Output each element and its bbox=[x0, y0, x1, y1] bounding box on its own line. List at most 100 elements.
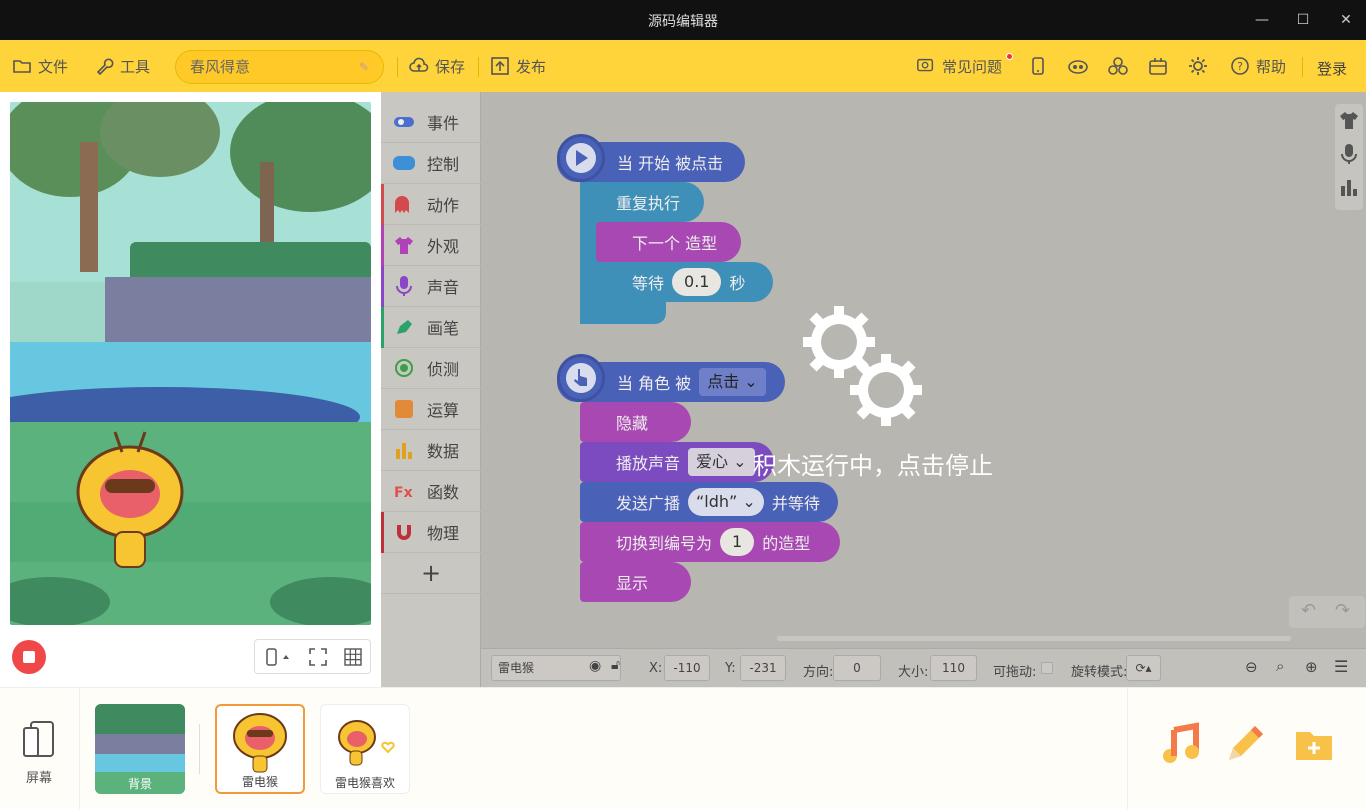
redo-icon[interactable]: ↷ bbox=[1335, 600, 1350, 621]
gift-box-icon[interactable] bbox=[1147, 55, 1169, 77]
size-field[interactable]: 110 bbox=[930, 655, 977, 681]
sprite-thumbnail[interactable]: 雷电猴喜欢 bbox=[320, 704, 410, 794]
menu-icon[interactable]: ☰ bbox=[1334, 657, 1348, 676]
settings-gear-icon[interactable] bbox=[1187, 55, 1209, 77]
category-looks[interactable]: 外观 bbox=[381, 225, 481, 266]
block-text: 切换到编号为 bbox=[616, 534, 713, 553]
stage-view-controls bbox=[254, 639, 371, 674]
click-event-dropdown[interactable]: 点击 ⌄ bbox=[699, 368, 766, 396]
zoom-in-icon[interactable]: ⊕ bbox=[1305, 658, 1318, 676]
publish-label: 发布 bbox=[516, 57, 547, 76]
minimize-button[interactable]: — bbox=[1249, 8, 1275, 32]
category-sensing[interactable]: 侦测 bbox=[381, 348, 481, 389]
block-wait[interactable]: 等待 0.1 秒 bbox=[596, 262, 773, 302]
direction-label: 方向: bbox=[803, 665, 834, 680]
cloud-upload-icon bbox=[409, 57, 429, 72]
backdrop-thumbnail[interactable]: 背景 bbox=[95, 704, 185, 794]
tools-label: 工具 bbox=[120, 57, 151, 76]
block-text: 等待 bbox=[632, 274, 665, 293]
phone-icon[interactable] bbox=[1028, 56, 1048, 76]
block-repeat[interactable]: 重复执行 bbox=[580, 182, 704, 222]
category-control[interactable]: 控制 bbox=[381, 143, 481, 184]
rotation-mode-label: 旋转模式: bbox=[1071, 665, 1128, 680]
login-button[interactable]: 登录 bbox=[1317, 56, 1347, 80]
eye-icon[interactable]: ◉ bbox=[589, 658, 601, 674]
help-button[interactable]: ? 帮助 bbox=[1230, 54, 1286, 78]
costume-number-input[interactable]: 1 bbox=[720, 528, 755, 556]
block-broadcast-wait[interactable]: 发送广播 “ldh” ⌄ 并等待 bbox=[580, 482, 838, 522]
block-show[interactable]: 显示 bbox=[580, 562, 691, 602]
blocks-workspace[interactable]: 事件 控制 动作 外观 声音 画笔 侦测 运算 数据 Fx 函数 物理 + 当 开… bbox=[381, 92, 1366, 687]
category-events[interactable]: 事件 bbox=[381, 102, 481, 143]
microphone-icon[interactable] bbox=[1341, 144, 1357, 164]
faq-button[interactable]: 常见问题 bbox=[916, 54, 1002, 78]
category-label: 事件 bbox=[427, 114, 460, 133]
save-button[interactable]: 保存 bbox=[409, 54, 465, 78]
sprite-thumbnail-selected[interactable]: 雷电猴 bbox=[215, 704, 305, 794]
screen-section[interactable]: 屏幕 bbox=[0, 688, 80, 809]
sprite-name-field[interactable]: 雷电猴 bbox=[491, 655, 621, 681]
horizontal-scrollbar[interactable] bbox=[777, 636, 1291, 641]
rotation-mode-dropdown[interactable]: ⟳▴ bbox=[1126, 655, 1161, 681]
category-indicator bbox=[381, 266, 384, 307]
cluster-icon[interactable] bbox=[1107, 55, 1129, 77]
sound-dropdown[interactable]: 爱心 ⌄ bbox=[688, 448, 755, 476]
block-switch-costume[interactable]: 切换到编号为 1 的造型 bbox=[580, 522, 840, 562]
lock-icon[interactable]: 🔓︎ bbox=[611, 657, 620, 673]
paint-pencil-icon[interactable] bbox=[1223, 722, 1267, 766]
toggle-icon bbox=[393, 111, 415, 133]
tshirt-icon bbox=[393, 234, 415, 256]
category-functions[interactable]: Fx 函数 bbox=[381, 471, 481, 512]
wait-value-input[interactable]: 0.1 bbox=[672, 268, 722, 296]
category-sound[interactable]: 声音 bbox=[381, 266, 481, 307]
fullscreen-icon[interactable] bbox=[309, 648, 327, 666]
upload-folder-icon[interactable] bbox=[1292, 722, 1336, 766]
screen-label: 屏幕 bbox=[26, 771, 53, 786]
block-text: 并等待 bbox=[771, 494, 820, 513]
project-name-input[interactable]: 春风得意 ✎ bbox=[175, 50, 384, 84]
zoom-reset-icon[interactable]: ⌕ bbox=[1276, 657, 1284, 675]
file-menu[interactable]: 文件 bbox=[12, 54, 68, 78]
block-text: 播放声音 bbox=[616, 454, 681, 473]
block-hide[interactable]: 隐藏 bbox=[580, 402, 691, 442]
publish-button[interactable]: 发布 bbox=[490, 54, 546, 78]
category-label: 物理 bbox=[427, 524, 460, 543]
draggable-checkbox[interactable] bbox=[1041, 662, 1053, 674]
category-operators[interactable]: 运算 bbox=[381, 389, 481, 430]
dropdown-value: “ldh” bbox=[696, 492, 738, 511]
tools-menu[interactable]: 工具 bbox=[94, 54, 150, 78]
category-indicator bbox=[381, 307, 384, 348]
category-physics[interactable]: 物理 bbox=[381, 512, 481, 553]
undo-icon[interactable]: ↶ bbox=[1301, 600, 1316, 621]
device-toggle-icon[interactable] bbox=[263, 648, 293, 666]
running-stop-message[interactable]: 积木运行中，点击停止 bbox=[753, 446, 993, 481]
robot-icon[interactable] bbox=[1067, 56, 1089, 76]
y-field[interactable]: -231 bbox=[740, 655, 786, 681]
category-label: 声音 bbox=[427, 278, 460, 297]
block-text: 秒 bbox=[729, 274, 746, 293]
stage-canvas[interactable] bbox=[10, 102, 371, 625]
tshirt-icon[interactable] bbox=[1339, 111, 1359, 129]
zoom-out-icon[interactable]: ⊖ bbox=[1245, 658, 1258, 676]
block-text: 的造型 bbox=[762, 534, 811, 553]
block-play-sound[interactable]: 播放声音 爱心 ⌄ bbox=[580, 442, 774, 482]
stage-panel bbox=[0, 92, 381, 687]
bar-chart-icon[interactable] bbox=[1340, 180, 1358, 196]
stop-button[interactable] bbox=[12, 640, 46, 674]
close-button[interactable]: ✕ bbox=[1333, 8, 1359, 32]
category-motion[interactable]: 动作 bbox=[381, 184, 481, 225]
broadcast-dropdown[interactable]: “ldh” ⌄ bbox=[688, 488, 764, 516]
music-library-icon[interactable] bbox=[1160, 722, 1204, 766]
x-field[interactable]: -110 bbox=[664, 655, 710, 681]
block-text: 显示 bbox=[616, 574, 649, 593]
category-pen[interactable]: 画笔 bbox=[381, 307, 481, 348]
maximize-button[interactable]: ☐ bbox=[1290, 8, 1316, 32]
target-icon bbox=[393, 357, 415, 379]
wrench-icon bbox=[96, 58, 114, 76]
direction-field[interactable]: 0 bbox=[833, 655, 881, 681]
category-label: 运算 bbox=[427, 401, 460, 420]
add-category-button[interactable]: + bbox=[381, 553, 481, 594]
block-next-costume[interactable]: 下一个 造型 bbox=[596, 222, 741, 262]
grid-icon[interactable] bbox=[344, 648, 362, 666]
category-data[interactable]: 数据 bbox=[381, 430, 481, 471]
